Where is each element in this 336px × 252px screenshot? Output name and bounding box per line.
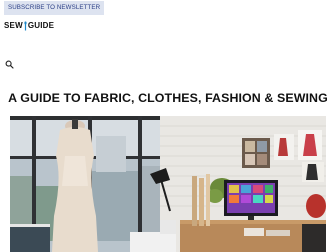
logo-text-left: SEW — [4, 20, 23, 30]
page-title: A GUIDE TO FABRIC, CLOTHES, FASHION & SE… — [8, 91, 328, 105]
logo-text-right: GUIDE — [27, 20, 55, 30]
subscribe-newsletter-link[interactable]: SUBSCRIBE TO NEWSLETTER — [4, 1, 105, 15]
needle-icon — [24, 20, 27, 30]
search-icon[interactable] — [5, 56, 14, 69]
hero-image — [10, 116, 326, 252]
site-logo[interactable]: SEW GUIDE — [4, 18, 54, 32]
top-bar: SUBSCRIBE TO NEWSLETTER — [0, 0, 336, 18]
